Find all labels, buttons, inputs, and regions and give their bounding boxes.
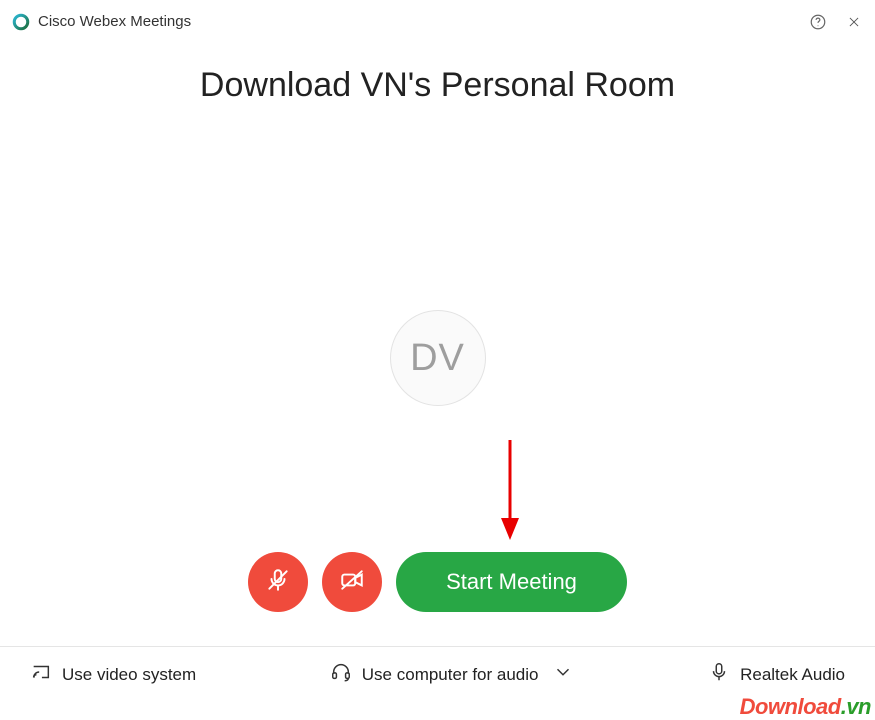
chevron-down-icon — [552, 661, 574, 688]
headset-icon — [330, 661, 352, 688]
annotation-arrow-icon — [498, 440, 522, 545]
app-title: Cisco Webex Meetings — [38, 13, 191, 30]
start-meeting-label: Start Meeting — [446, 569, 577, 595]
audio-device-label: Realtek Audio — [740, 665, 845, 685]
start-meeting-button[interactable]: Start Meeting — [396, 552, 627, 612]
close-icon[interactable] — [845, 13, 863, 31]
titlebar-left: Cisco Webex Meetings — [12, 13, 191, 31]
use-video-system-button[interactable]: Use video system — [30, 661, 196, 688]
video-system-label: Use video system — [62, 665, 196, 685]
microphone-icon — [708, 661, 730, 688]
titlebar: Cisco Webex Meetings — [0, 0, 875, 44]
avatar-initials: DV — [410, 337, 465, 380]
room-title: Download VN's Personal Room — [0, 66, 875, 105]
microphone-muted-icon — [265, 567, 291, 598]
camera-muted-icon — [339, 567, 365, 598]
audio-mode-button[interactable]: Use computer for audio — [330, 661, 575, 688]
avatar: DV — [390, 310, 486, 406]
cast-screen-icon — [30, 661, 52, 688]
titlebar-right — [809, 13, 863, 31]
help-icon[interactable] — [809, 13, 827, 31]
avatar-area: DV — [0, 310, 875, 406]
audio-mode-label: Use computer for audio — [362, 665, 539, 685]
mute-video-button[interactable] — [322, 552, 382, 612]
bottom-bar: Use video system Use computer for audio — [0, 646, 875, 702]
mute-audio-button[interactable] — [248, 552, 308, 612]
control-row: Start Meeting — [0, 552, 875, 612]
webex-logo-icon — [12, 13, 30, 31]
audio-device-button[interactable]: Realtek Audio — [708, 661, 845, 688]
